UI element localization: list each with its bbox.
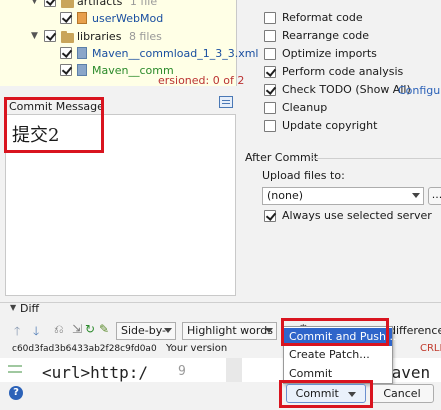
change-marker-icon [8, 365, 22, 373]
diff-divider[interactable] [0, 302, 441, 303]
menu-item-label: Commit [289, 367, 333, 380]
upload-files-label: Upload files to: [262, 169, 345, 182]
tree-item-label: artifacts [77, 0, 123, 8]
always-use-server-label[interactable]: Always use selected server [282, 209, 432, 222]
after-commit-title: After Commit [245, 151, 319, 164]
tree-item-label: libraries [77, 30, 122, 43]
edit-icon[interactable]: ✎ [99, 322, 109, 336]
optimize-imports-label[interactable]: Optimize imports [282, 47, 377, 60]
refresh-icon[interactable]: ↻ [85, 322, 95, 336]
check-todo-label[interactable]: Check TODO (Show All) [282, 83, 411, 96]
menu-item-label: Create Patch... [289, 348, 370, 361]
arrow-down-icon[interactable]: 🡓 [33, 322, 39, 343]
folder-icon [61, 0, 74, 8]
rearrange-code-label[interactable]: Rearrange code [282, 29, 369, 42]
after-commit-separator [310, 158, 441, 159]
line-number: 9 [178, 364, 186, 379]
tree-checkbox[interactable] [44, 30, 56, 42]
tree-item-meta: 8 files [128, 30, 162, 43]
code-analysis-label[interactable]: Perform code analysis [282, 65, 403, 78]
cancel-button-label: Cancel [383, 387, 421, 400]
jump-to-source-icon[interactable]: ⇲ [72, 322, 82, 336]
cleanup-label[interactable]: Cleanup [282, 101, 327, 114]
tree-item-maven-commload[interactable]: Maven__commload_1_3_3.xml [92, 47, 258, 60]
cancel-button[interactable]: Cancel [370, 384, 434, 403]
diff-viewer-select[interactable]: Side-by- [116, 322, 176, 340]
rearrange-code-checkbox[interactable] [264, 30, 276, 42]
arrow-up-icon[interactable]: 🡑 [14, 322, 20, 343]
highlight-mode-select[interactable]: Highlight words [182, 322, 277, 340]
browse-button-label: ... [431, 188, 441, 201]
highlight-mode-value: Highlight words [187, 324, 273, 337]
differences-label: differences [389, 324, 441, 337]
folder-icon [61, 31, 74, 43]
xml-file-icon [77, 64, 87, 76]
tree-item-meta: 1 file [129, 0, 158, 8]
browse-button[interactable]: ... [428, 187, 441, 205]
commit-and-push-highlight [281, 318, 389, 346]
xml-file-icon [77, 12, 87, 24]
diff-gutter [226, 358, 242, 382]
tree-checkbox[interactable] [44, 0, 56, 7]
unversioned-status[interactable]: ersioned: 0 of 2 [158, 74, 244, 87]
diff-collapse-icon[interactable]: ▼ [10, 303, 16, 312]
check-todo-checkbox[interactable] [264, 84, 276, 96]
your-version-label: Your version [166, 343, 228, 354]
tree-item-libraries[interactable]: libraries 8 files [77, 30, 162, 43]
tree-checkbox[interactable] [60, 47, 72, 59]
reformat-code-label[interactable]: Reformat code [282, 11, 363, 24]
optimize-imports-checkbox[interactable] [264, 48, 276, 60]
commit-message-highlight [4, 97, 104, 153]
diff-left-code: <url>http:/ [42, 363, 148, 382]
tree-item-artifacts[interactable]: artifacts 1 file [77, 0, 157, 8]
revert-icon[interactable]: ⎌ [54, 322, 64, 337]
help-icon-glyph: ? [13, 387, 19, 398]
update-copyright-checkbox[interactable] [264, 120, 276, 132]
always-use-server-checkbox[interactable] [264, 210, 276, 222]
commit-hash: c60d3fad3b6433ab2f28c9fd0a0 [12, 344, 157, 354]
cleanup-checkbox[interactable] [264, 102, 276, 114]
diff-title: Diff [20, 302, 40, 315]
reformat-code-checkbox[interactable] [264, 12, 276, 24]
commit-button-highlight [279, 380, 373, 408]
xml-file-icon [77, 47, 87, 59]
tree-checkbox[interactable] [60, 64, 72, 76]
tree-checkbox[interactable] [60, 12, 72, 24]
collapse-arrow-icon[interactable]: ▼ [31, 31, 38, 41]
upload-server-select[interactable]: (none) [262, 187, 424, 205]
configure-link[interactable]: Configur [398, 84, 441, 97]
menu-item-create-patch[interactable]: Create Patch... [284, 346, 392, 364]
chevron-down-icon [412, 193, 420, 198]
message-history-icon[interactable] [219, 96, 233, 108]
update-copyright-label[interactable]: Update copyright [282, 119, 377, 132]
diff-left-pane[interactable]: <url>http:/ 9 [0, 358, 226, 382]
collapse-arrow-icon[interactable]: ▼ [31, 0, 38, 6]
line-ending-label: CRLF [420, 343, 441, 354]
help-icon[interactable]: ? [9, 386, 23, 400]
code-analysis-checkbox[interactable] [264, 66, 276, 78]
chevron-down-icon [164, 328, 172, 333]
tree-item-userwebmod[interactable]: userWebMod [92, 12, 163, 25]
upload-server-value: (none) [267, 189, 304, 202]
diff-viewer-value: Side-by- [121, 324, 167, 337]
chevron-down-icon [265, 328, 273, 333]
